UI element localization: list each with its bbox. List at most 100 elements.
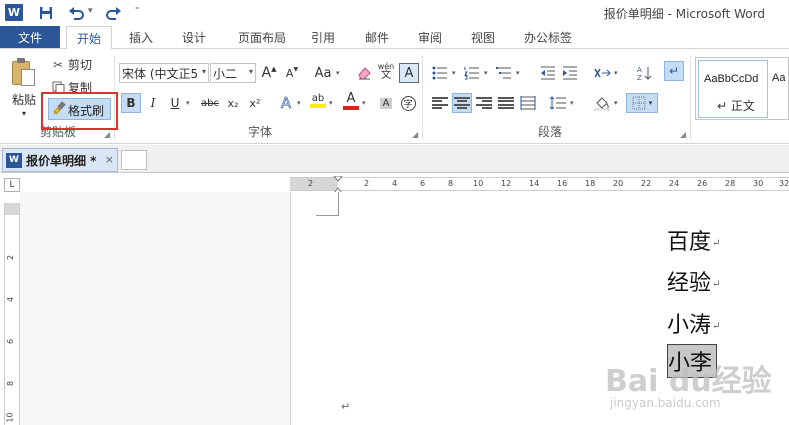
multilevel-list-dropdown-icon[interactable]: ▾ [516, 69, 520, 77]
phonetic-guide-char: 文 [381, 70, 391, 81]
character-border-icon: A [404, 65, 414, 81]
align-right-button[interactable] [474, 93, 494, 113]
change-case-dropdown-icon[interactable]: ▾ [336, 69, 340, 77]
shrink-font-button[interactable]: A ▼ [282, 63, 302, 83]
font-color-button[interactable]: A [341, 91, 361, 111]
undo-icon[interactable] [66, 3, 86, 23]
paragraph-mark: ↵ [712, 320, 721, 332]
character-border-button[interactable]: A [399, 63, 419, 83]
borders-button[interactable]: ▾ [626, 93, 658, 113]
bullets-dropdown-icon[interactable]: ▾ [452, 69, 456, 77]
justify-button[interactable] [496, 93, 516, 113]
sort-button[interactable]: AZ [634, 63, 654, 83]
customize-qat-icon[interactable]: ⁼ [135, 6, 140, 16]
tab-references[interactable]: 引用 [303, 26, 343, 48]
show-formatting-marks-button[interactable]: ↵ [664, 61, 684, 81]
style-normal[interactable]: AaBbCcDd ↵ 正文 [698, 60, 768, 118]
style-normal-name: ↵ 正文 [717, 99, 755, 113]
highlight-icon: ab [311, 92, 325, 104]
text-effects-button[interactable]: A [276, 93, 296, 113]
underline-dropdown-icon[interactable]: ▾ [186, 99, 190, 107]
tab-page-layout[interactable]: 页面布局 [228, 26, 296, 48]
numbering-button[interactable] [462, 63, 482, 83]
close-tab-icon[interactable]: × [105, 153, 114, 166]
save-icon[interactable] [36, 3, 56, 23]
align-center-button[interactable] [452, 93, 472, 113]
cut-button[interactable]: ✂ 剪切 [50, 56, 92, 73]
highlight-dropdown-icon[interactable]: ▾ [329, 99, 333, 107]
font-size-dropdown-icon[interactable]: ▾ [249, 67, 253, 76]
strikethrough-button[interactable]: abc [198, 93, 222, 113]
phonetic-guide-button[interactable]: wén 文 [376, 61, 396, 81]
align-left-button[interactable] [430, 93, 450, 113]
scissors-icon: ✂ [52, 57, 64, 72]
change-case-button[interactable]: Aa [310, 63, 336, 83]
paste-button[interactable]: 粘贴 [12, 91, 36, 108]
tab-file[interactable]: 文件 [0, 26, 60, 48]
document-line[interactable]: 小涛↵ [667, 307, 720, 339]
document-line[interactable]: 经验↵ [667, 265, 720, 297]
bold-button[interactable]: B [121, 93, 141, 113]
font-name-combo[interactable]: 宋体 (中文正5 ▾ [119, 63, 209, 83]
clear-formatting-icon[interactable] [354, 63, 374, 83]
tab-insert[interactable]: 插入 [120, 26, 162, 48]
document-line[interactable]: 百度↵ [667, 224, 720, 256]
numbering-dropdown-icon[interactable]: ▾ [484, 69, 488, 77]
paste-label: 粘贴 [12, 93, 37, 107]
shading-button[interactable] [592, 93, 612, 113]
multilevel-list-button[interactable] [494, 63, 514, 83]
paste-dropdown-icon[interactable]: ▾ [22, 109, 26, 118]
strikethrough-icon: abc [201, 97, 219, 109]
shading-dropdown-icon[interactable]: ▾ [614, 99, 618, 107]
subscript-button[interactable]: x₂ [223, 93, 243, 113]
tab-mailings[interactable]: 邮件 [356, 26, 398, 48]
decrease-indent-button[interactable] [538, 63, 558, 83]
superscript-button[interactable]: x² [245, 93, 265, 113]
svg-text:A: A [637, 66, 642, 74]
font-color-dropdown-icon[interactable]: ▾ [362, 99, 366, 107]
ruler-number: 26 [697, 179, 708, 188]
ruler-number: 10 [473, 179, 484, 188]
document-tab[interactable]: W 报价单明细 * × [2, 148, 118, 172]
tab-review[interactable]: 审阅 [409, 26, 451, 48]
group-divider [690, 55, 691, 139]
paste-icon[interactable] [10, 57, 38, 87]
new-tab-button[interactable] [121, 150, 147, 170]
clipboard-launcher-icon[interactable]: ◢ [104, 130, 110, 139]
styles-gallery: AaBbCcDd ↵ 正文 Aa [695, 57, 789, 120]
tab-home[interactable]: 开始 [66, 26, 112, 49]
character-shading-button[interactable]: A [376, 93, 396, 113]
tab-view[interactable]: 视图 [462, 26, 504, 48]
watermark-logo: Bai du经验 [605, 364, 772, 399]
tab-design[interactable]: 设计 [173, 26, 215, 48]
asian-layout-dropdown-icon[interactable]: ▾ [614, 69, 618, 77]
highlight-color-button[interactable]: ab [308, 91, 328, 111]
tab-selector[interactable]: L [4, 178, 20, 192]
ruler-number: 32 [779, 179, 789, 188]
distributed-button[interactable] [518, 93, 538, 113]
underline-button[interactable]: U [165, 93, 185, 113]
ruler-number: 28 [725, 179, 736, 188]
bullets-button[interactable] [430, 63, 450, 83]
grow-font-button[interactable]: A ▲ [259, 63, 279, 83]
word-app-icon[interactable]: W [5, 4, 23, 21]
paragraph-launcher-icon[interactable]: ◢ [680, 130, 686, 139]
line-spacing-dropdown-icon[interactable]: ▾ [570, 99, 574, 107]
font-launcher-icon[interactable]: ◢ [412, 130, 418, 139]
redo-icon[interactable] [104, 3, 124, 23]
asian-layout-button[interactable] [592, 63, 612, 83]
font-name-dropdown-icon[interactable]: ▾ [202, 67, 206, 76]
text-effects-dropdown-icon[interactable]: ▾ [297, 99, 301, 107]
line-spacing-button[interactable] [548, 93, 568, 113]
svg-text:Z: Z [637, 74, 642, 81]
increase-indent-button[interactable] [560, 63, 580, 83]
tab-office-tab[interactable]: 办公标签 [515, 26, 581, 48]
vertical-ruler[interactable]: 2 4 6 8 10 [4, 203, 20, 425]
horizontal-ruler[interactable]: 2 2 4 6 8 10 12 14 16 18 20 22 24 26 28 … [290, 176, 789, 194]
italic-button[interactable]: I [143, 93, 163, 113]
style-next[interactable]: Aa [772, 60, 788, 118]
ruler-number: 12 [501, 179, 512, 188]
enclose-characters-button[interactable]: 字 [398, 93, 418, 113]
undo-dropdown-icon[interactable]: ▾ [88, 6, 93, 16]
font-size-combo[interactable]: 小二 ▾ [210, 63, 256, 83]
